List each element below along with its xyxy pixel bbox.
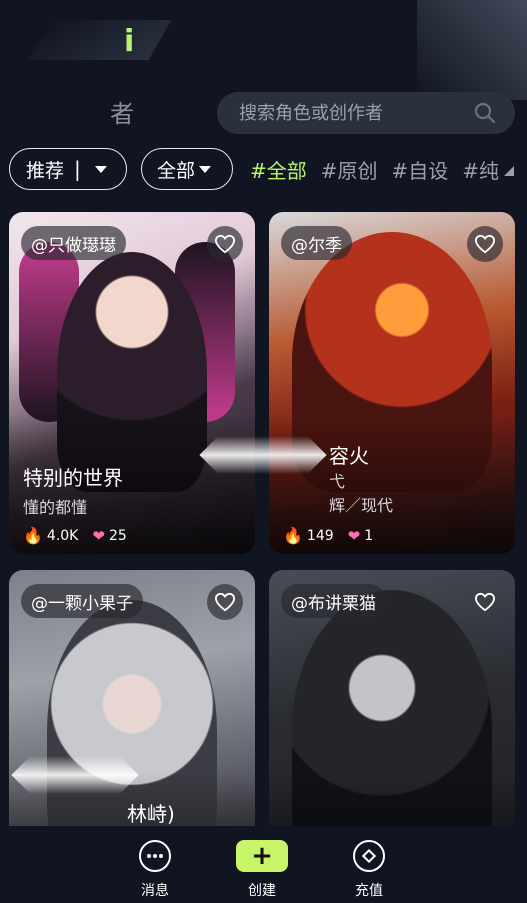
- card-title: 特别的世界: [23, 466, 123, 490]
- filter-row: 推荐 | 全部 #全部 #原创 #自设 #纯: [0, 148, 527, 192]
- heart-icon: ❤: [92, 526, 105, 545]
- card-stats: 🔥 4.0K ❤ 25: [23, 526, 127, 545]
- chevron-down-icon: [199, 165, 212, 173]
- header-decoration: [28, 20, 172, 60]
- tag-all[interactable]: #全部: [250, 155, 307, 184]
- like-button[interactable]: [467, 226, 503, 262]
- nav-recharge[interactable]: 充值: [339, 840, 399, 900]
- character-card[interactable]: @只做璱璱 特别的世界 懂的都懂 🔥 4.0K ❤ 25: [9, 212, 255, 554]
- tag-original[interactable]: #原创: [321, 155, 378, 184]
- chevron-down-icon: [94, 165, 107, 173]
- tag-pure[interactable]: #纯: [462, 155, 499, 184]
- sort-dropdown[interactable]: 推荐 |: [9, 148, 127, 190]
- category-label: 全部: [157, 159, 196, 182]
- heart-outline-icon: [214, 592, 236, 612]
- tag-list: #全部 #原创 #自设 #纯: [250, 155, 499, 184]
- card-subtitle: 懂的都懂: [23, 498, 88, 517]
- author-badge[interactable]: @布讲栗猫: [281, 584, 386, 618]
- tag-self-setting[interactable]: #自设: [392, 155, 449, 184]
- nav-messages[interactable]: 消息: [125, 840, 185, 900]
- heat-count: 4.0K: [46, 527, 79, 544]
- search-bar[interactable]: [217, 92, 515, 134]
- header-decoration-right: [417, 0, 527, 100]
- card-subtitle: 弋: [329, 472, 346, 491]
- search-input[interactable]: [239, 102, 473, 124]
- tab-creator[interactable]: 者: [110, 94, 134, 129]
- like-count: 1: [364, 527, 374, 544]
- heart-icon: ❤: [347, 526, 361, 545]
- top-area: i 者: [0, 0, 527, 140]
- nav-label: 充值: [355, 883, 383, 899]
- like-button[interactable]: [207, 226, 243, 262]
- fire-icon: 🔥: [283, 526, 303, 545]
- card-tags: 辉／现代: [329, 496, 394, 515]
- diamond-icon: [353, 840, 385, 872]
- nav-label: 创建: [248, 883, 276, 899]
- like-count: 25: [108, 527, 127, 544]
- author-badge[interactable]: @只做璱璱: [21, 226, 126, 260]
- author-badge[interactable]: @尔季: [281, 226, 352, 260]
- search-icon[interactable]: [473, 101, 497, 125]
- divider: |: [74, 157, 81, 181]
- card-stats: 🔥 149 ❤ 1: [283, 526, 373, 545]
- category-dropdown[interactable]: 全部: [141, 148, 233, 190]
- app-logo: i: [124, 24, 135, 59]
- nav-label: 消息: [141, 883, 169, 899]
- character-card[interactable]: @尔季 容火 弋 辉／现代 🔥 149 ❤ 1: [269, 212, 515, 554]
- heart-outline-icon: [474, 234, 496, 254]
- author-badge[interactable]: @一颗小果子: [21, 584, 143, 618]
- card-title: 容火: [329, 444, 369, 468]
- plus-icon: +: [236, 840, 288, 872]
- heart-outline-icon: [214, 234, 236, 254]
- card-title: 林峙): [127, 802, 175, 826]
- chat-bubble-icon: [139, 840, 171, 872]
- heart-outline-icon: [474, 592, 496, 612]
- bottom-nav: 消息 + 创建 充值: [0, 826, 527, 903]
- like-button[interactable]: [467, 584, 503, 620]
- like-button[interactable]: [207, 584, 243, 620]
- scroll-indicator-icon: [504, 166, 514, 176]
- heat-count: 149: [306, 527, 334, 544]
- sort-label: 推荐: [26, 159, 65, 182]
- nav-create[interactable]: + 创建: [232, 840, 292, 900]
- fire-icon: 🔥: [23, 526, 43, 545]
